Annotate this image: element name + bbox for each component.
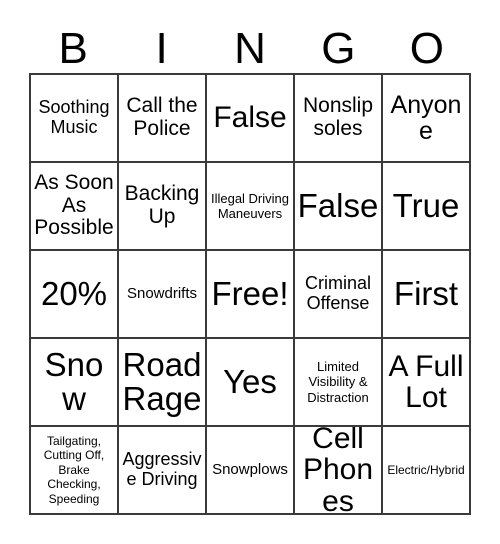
bingo-cell-r1c3[interactable]: False [207, 75, 295, 163]
bingo-cell-label: Nonslip soles [302, 94, 374, 140]
bingo-cell-label: Free! [211, 274, 289, 312]
bingo-header-letter-1: B [58, 24, 88, 73]
bingo-header: BINGO [29, 18, 471, 73]
bingo-cell-r2c2[interactable]: Backing Up [119, 163, 207, 251]
bingo-cell-r3c2[interactable]: Snowdrifts [119, 251, 207, 339]
bingo-header-letter-2: I [155, 24, 168, 73]
bingo-header-letter-5: O [409, 24, 444, 73]
bingo-cell-r5c1[interactable]: Tailgating, Cutting Off, Brake Checking,… [31, 427, 119, 515]
bingo-cell-label: False [297, 186, 379, 224]
bingo-cell-r3c1[interactable]: 20% [31, 251, 119, 339]
bingo-cell-r4c1[interactable]: Snow [31, 339, 119, 427]
bingo-cell-r5c4[interactable]: Cell Phones [295, 427, 383, 515]
bingo-cell-label: Illegal Driving Maneuvers [210, 190, 290, 221]
bingo-cell-r1c4[interactable]: Nonslip soles [295, 75, 383, 163]
bingo-cell-label: Snow [44, 345, 104, 417]
bingo-cell-label: False [213, 101, 287, 135]
bingo-cell-r5c2[interactable]: Aggressive Driving [119, 427, 207, 515]
bingo-cell-label: Yes [223, 362, 277, 400]
bingo-cell-r2c4[interactable]: False [295, 163, 383, 251]
bingo-cell-r5c5[interactable]: Electric/Hybrid [383, 427, 471, 515]
bingo-cell-label: Snowdrifts [126, 284, 198, 302]
bingo-cell-r2c3[interactable]: Illegal Driving Maneuvers [207, 163, 295, 251]
bingo-cell-label: Aggressive Driving [122, 449, 202, 489]
bingo-cell-r2c5[interactable]: True [383, 163, 471, 251]
bingo-cell-label: Tailgating, Cutting Off, Brake Checking,… [43, 434, 105, 506]
bingo-cell-r4c4[interactable]: Limited Visibility & Distraction [295, 339, 383, 427]
bingo-cell-r1c5[interactable]: Anyone [383, 75, 471, 163]
bingo-cell-r2c1[interactable]: As Soon As Possible [31, 163, 119, 251]
bingo-free-space-r3c3[interactable]: Free! [207, 251, 295, 339]
bingo-cell-label: Road Rage [122, 345, 202, 417]
bingo-cell-label: A Full Lot [388, 349, 464, 414]
bingo-cell-r3c5[interactable]: First [383, 251, 471, 339]
bingo-cell-label: Criminal Offense [304, 273, 371, 313]
bingo-cell-label: Soothing Music [38, 97, 110, 137]
bingo-cell-r5c3[interactable]: Snowplows [207, 427, 295, 515]
bingo-cell-r1c1[interactable]: Soothing Music [31, 75, 119, 163]
bingo-grid: Soothing Music Call the Police False Nonsli… [29, 73, 471, 515]
bingo-cell-label: Call the Police [126, 94, 198, 140]
bingo-cell-r4c5[interactable]: A Full Lot [383, 339, 471, 427]
bingo-cell-label: First [393, 274, 459, 312]
bingo-cell-label: 20% [40, 274, 108, 312]
bingo-cell-r3c4[interactable]: Criminal Offense [295, 251, 383, 339]
bingo-cell-r1c2[interactable]: Call the Police [119, 75, 207, 163]
bingo-card: B I N G O Soothing Music Call the Police False… [0, 0, 500, 544]
bingo-cell-label: Snowplows [212, 460, 288, 478]
bingo-cell-label: Limited Visibility & Distraction [307, 359, 369, 405]
bingo-header-letter-3: N [234, 24, 266, 73]
bingo-cell-label: True [392, 186, 460, 224]
bingo-cell-label: Electric/Hybrid [387, 462, 465, 477]
bingo-header-letter-4: G [321, 24, 356, 73]
bingo-cell-label: As Soon As Possible [34, 170, 114, 240]
bingo-cell-r4c2[interactable]: Road Rage [119, 339, 207, 427]
bingo-cell-label: Cell Phones [302, 427, 374, 515]
bingo-cell-label: Anyone [390, 90, 462, 145]
bingo-cell-r4c3[interactable]: Yes [207, 339, 295, 427]
bingo-cell-label: Backing Up [124, 182, 200, 228]
